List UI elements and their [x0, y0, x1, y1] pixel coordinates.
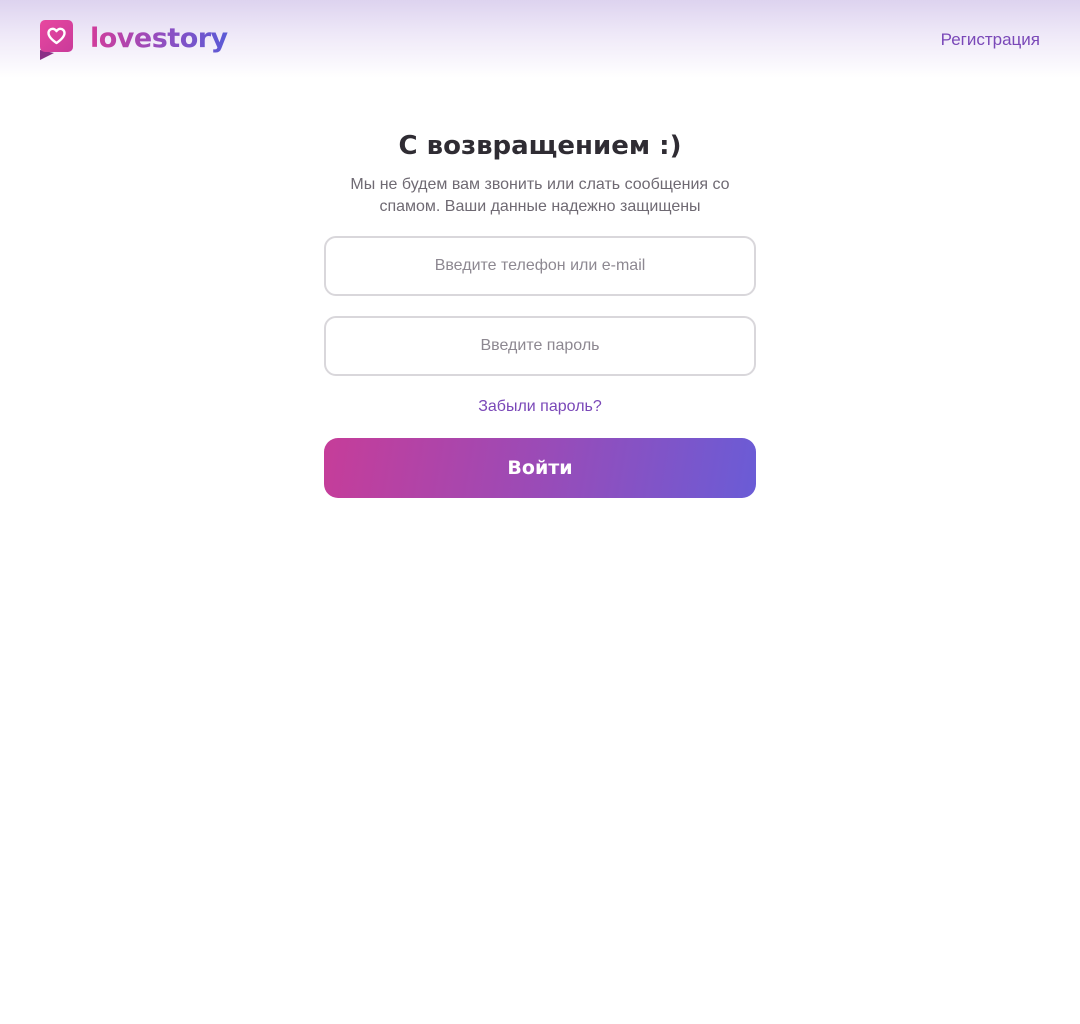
login-form: С возвращением :) Мы не будем вам звонит…	[324, 126, 756, 498]
forgot-password-link[interactable]: Забыли пароль?	[478, 398, 602, 416]
page-subtitle: Мы не будем вам звонить или слать сообще…	[350, 176, 730, 215]
login-input[interactable]	[324, 236, 756, 296]
register-link[interactable]: Регистрация	[941, 30, 1040, 50]
heart-speech-bubble-icon	[40, 20, 74, 60]
logo-text: lovestory	[90, 22, 228, 54]
top-header: lovestory Регистрация	[0, 0, 1080, 78]
logo-link[interactable]: lovestory	[40, 20, 228, 60]
page-title: С возвращением :)	[398, 131, 682, 161]
password-input[interactable]	[324, 316, 756, 376]
login-button[interactable]: Войти	[324, 438, 756, 498]
